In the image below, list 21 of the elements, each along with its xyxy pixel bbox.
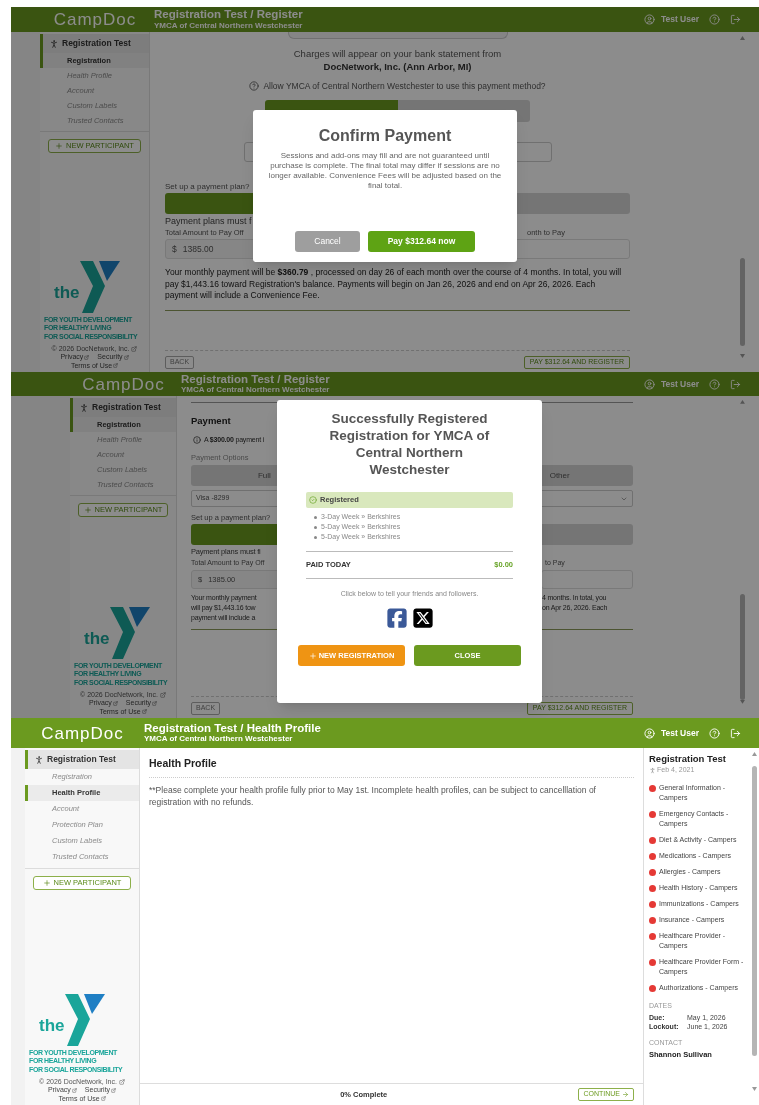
plan-question: Set up a payment plan? — [165, 181, 250, 193]
merchant-name: DocNetwork, Inc. (Ann Arbor, MI) — [322, 60, 473, 73]
payment-summary: Your monthly payment will be $360.79 , processed on day 26 of each month over the course of 4 months. In total, you will pay $1,443.16 toward Registration's balance. Payments will begin on Jan 26, 2026 and end on Apr 26, 2026. Each payment will include a Convenience Fee. — [165, 267, 623, 302]
statement-text: Charges will appear on your bank statement from — [292, 47, 503, 60]
logo-word: the — [39, 1016, 65, 1034]
logo-word: the — [54, 283, 80, 301]
organization-name: YMCA of Central Northern Westchester — [144, 735, 294, 744]
page-title: Registration Test / Register — [181, 373, 330, 386]
health-notice: **Please complete your health profile fully prior to May 1st. Incomplete health profiles, can be subject to cancelllation of registration with no refunds. — [149, 784, 597, 808]
logo-word: the — [84, 629, 110, 647]
page-title: Registration Test / Health Profile — [144, 722, 321, 735]
organization-name: YMCA of Central Northern Westchester — [154, 21, 303, 30]
dialog-title: Confirm Payment — [318, 126, 452, 146]
dialog-message: Sessions and add-ons may fill and are not guaranteed until purchase is complete. The final total may differ if sessions are no longer available. Convenience Fees will be adjusted based on the final total. — [267, 151, 503, 191]
section-title: Payment — [191, 415, 231, 427]
participant-name: Registration Test — [649, 753, 727, 765]
allow-question: Allow YMCA of Central Northern Westchester to use this payment method? — [263, 81, 546, 92]
organization-name: YMCA of Central Northern Westchester — [181, 386, 330, 395]
page-title: Registration Test / Register — [154, 9, 303, 21]
section-title: Health Profile — [149, 757, 218, 770]
plan-note: Payment plans must f — [165, 215, 252, 228]
